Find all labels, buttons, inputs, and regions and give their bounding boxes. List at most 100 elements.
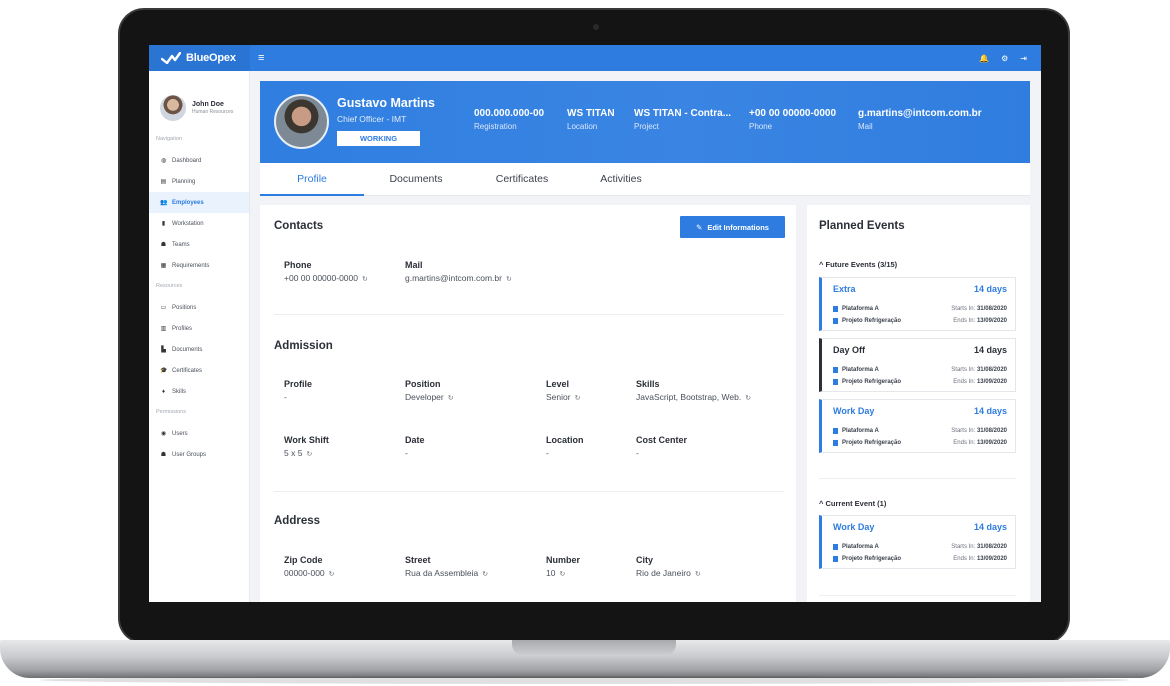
admission-date: Date - — [405, 435, 425, 458]
event-card[interactable]: Day Off 14 days Plataforma A Starts In: … — [819, 338, 1016, 392]
mail-contact: Mail g.martins@intcom.com.br ↻ — [405, 260, 512, 283]
clipboard-icon — [833, 440, 838, 446]
address-number: Number 10 ↻ — [546, 555, 581, 578]
user-name: John Doe — [192, 101, 224, 108]
project-field: WS TITAN - Contra... Project — [634, 108, 732, 131]
logout-icon[interactable]: ⇥ — [1020, 54, 1027, 63]
current-event-card[interactable]: Work Day 14 days Plataforma A Starts In:… — [819, 515, 1016, 569]
planning-icon: ▤ — [160, 179, 167, 185]
history-icon[interactable]: ↻ — [559, 571, 565, 578]
workstation-icon: ▮ — [161, 221, 166, 227]
sidebar-item-user-groups[interactable]: ☗ User Groups — [149, 444, 249, 465]
admission-position: Position Developer ↻ — [405, 379, 454, 402]
address-title: Address — [274, 515, 321, 527]
mail-field: g.martins@intcom.com.br Mail — [858, 108, 982, 131]
user-groups-icon: ☗ — [160, 452, 167, 458]
documents-icon: ▙ — [161, 347, 166, 353]
sidebar-item-dashboard[interactable]: ◍ Dashboard — [149, 150, 249, 171]
sidebar-item-skills[interactable]: ♦ Skills — [149, 381, 249, 402]
requirements-icon: ▦ — [160, 263, 167, 269]
contacts-title: Contacts — [274, 220, 324, 232]
sidebar-item-certificates[interactable]: 🎓 Certificates — [149, 360, 249, 381]
sidebar-item-positions[interactable]: ▭ Positions — [149, 297, 249, 318]
nav-section-navigation: Navigation — [156, 136, 182, 142]
sidebar-item-requirements[interactable]: ▦ Requirements — [149, 255, 249, 276]
event-card[interactable]: Work Day 14 days Plataforma A Starts In:… — [819, 399, 1016, 453]
admission-location: Location - — [546, 435, 584, 458]
planned-events-title: Planned Events — [819, 220, 905, 232]
building-icon — [833, 306, 838, 312]
history-icon[interactable]: ↻ — [329, 571, 335, 578]
clipboard-icon — [833, 556, 838, 562]
phone-field: +00 00 00000-0000 Phone — [749, 108, 837, 131]
tab-profile[interactable]: Profile — [260, 163, 364, 196]
positions-icon: ▭ — [160, 305, 167, 311]
admission-work-shift: Work Shift 5 x 5 ↻ — [284, 435, 329, 458]
history-icon[interactable]: ↻ — [448, 395, 454, 402]
address-city: City Rio de Janeiro ↻ — [636, 555, 701, 578]
employee-title: Chief Officer - IMT — [337, 114, 407, 124]
avatar — [160, 95, 186, 121]
skills-icon: ♦ — [161, 388, 166, 395]
teams-icon: ☗ — [160, 242, 167, 248]
address-zip-code: Zip Code 00000-000 ↻ — [284, 555, 335, 578]
address-street: Street Rua da Assembleia ↻ — [405, 555, 489, 578]
history-icon[interactable]: ↻ — [695, 571, 701, 578]
building-icon — [833, 544, 838, 550]
event-card[interactable]: Extra 14 days Plataforma A Starts In: 31… — [819, 277, 1016, 331]
tab-activities[interactable]: Activities — [576, 163, 666, 196]
admission-level: Level Senior ↻ — [546, 379, 581, 402]
sidebar-item-profiles[interactable]: ▥ Profiles — [149, 318, 249, 339]
admission-profile: Profile - — [284, 379, 313, 402]
sidebar-item-documents[interactable]: ▙ Documents — [149, 339, 249, 360]
clipboard-icon — [833, 379, 838, 385]
registration-field: 000.000.000-00 Registration — [474, 108, 545, 131]
planned-events-panel: Planned Events ^ Future Events (3/15) Ex… — [807, 205, 1030, 602]
history-icon[interactable]: ↻ — [745, 395, 751, 402]
history-icon[interactable]: ↻ — [575, 395, 581, 402]
sidebar-item-teams[interactable]: ☗ Teams — [149, 234, 249, 255]
clipboard-icon — [833, 318, 838, 324]
user-role: Human Resources — [192, 109, 234, 115]
current-event-toggle[interactable]: ^ Current Event (1) — [819, 499, 886, 508]
status-badge: WORKING — [337, 131, 420, 146]
chevron-up-icon: ^ — [819, 260, 824, 269]
history-icon[interactable]: ↻ — [306, 451, 312, 458]
user-profile[interactable]: John Doe Human Resources — [149, 71, 249, 129]
profile-card: Contacts ✎ Edit Informations Phone +00 0… — [260, 205, 796, 602]
history-icon[interactable]: ↻ — [482, 571, 488, 578]
profile-tabs: Profile Documents Certificates Activitie… — [260, 163, 1030, 196]
admission-cost-center: Cost Center - — [636, 435, 688, 458]
nav-section-permissions: Permissions — [156, 409, 186, 415]
profiles-icon: ▥ — [160, 326, 167, 332]
sidebar-item-users[interactable]: ◉ Users — [149, 423, 249, 444]
users-icon: ◉ — [160, 431, 167, 437]
gear-icon[interactable]: ⚙ — [1001, 54, 1008, 63]
employee-header: Gustavo Martins Chief Officer - IMT WORK… — [260, 81, 1030, 163]
employees-icon: 👥 — [160, 200, 168, 206]
brand[interactable]: BlueOpex — [149, 45, 250, 71]
bell-icon[interactable]: 🔔 — [979, 54, 989, 63]
building-icon — [833, 428, 838, 434]
nav-section-resources: Resources — [156, 283, 183, 289]
sidebar-item-employees[interactable]: 👥 Employees — [149, 192, 249, 213]
tab-documents[interactable]: Documents — [364, 163, 468, 196]
history-icon[interactable]: ↻ — [506, 276, 512, 283]
pencil-icon: ✎ — [696, 222, 703, 232]
sidebar-item-workstation[interactable]: ▮ Workstation — [149, 213, 249, 234]
menu-toggle-icon[interactable]: ≡ — [258, 52, 264, 64]
phone-contact: Phone +00 00 00000-0000 ↻ — [284, 260, 368, 283]
tab-certificates[interactable]: Certificates — [468, 163, 576, 196]
employee-photo — [274, 94, 329, 149]
brand-logo-icon — [161, 52, 181, 64]
app-screen: BlueOpex ≡ 🔔 ⚙ ⇥ John Doe Human Resource… — [149, 45, 1041, 602]
camera-icon — [593, 24, 599, 30]
future-events-toggle[interactable]: ^ Future Events (3/15) — [819, 260, 897, 269]
admission-title: Admission — [274, 340, 333, 352]
employee-name: Gustavo Martins — [337, 96, 435, 110]
edit-informations-button[interactable]: ✎ Edit Informations — [680, 216, 785, 238]
sidebar-item-planning[interactable]: ▤ Planning — [149, 171, 249, 192]
sidebar: John Doe Human Resources Navigation ◍ Das… — [149, 71, 250, 602]
history-icon[interactable]: ↻ — [362, 276, 368, 283]
location-field: WS TITAN Location — [567, 108, 615, 131]
